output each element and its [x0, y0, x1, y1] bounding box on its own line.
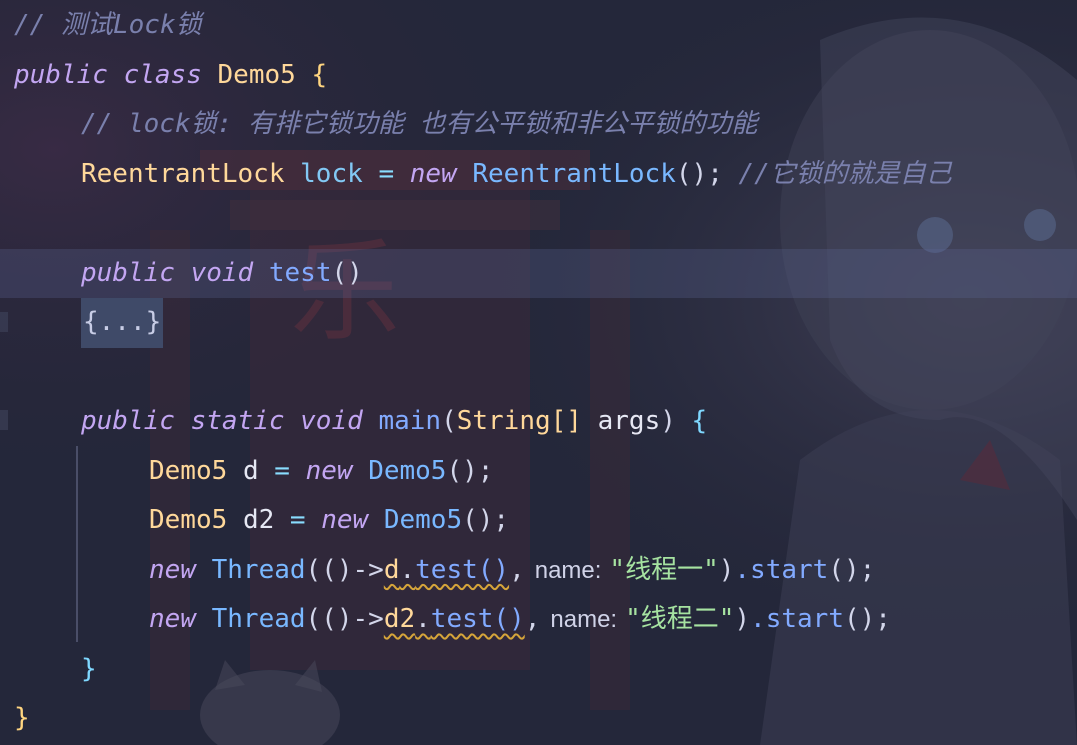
code-line-7[interactable]: {...}	[0, 298, 1077, 348]
method-call-start[interactable]: .start	[750, 604, 844, 634]
code-line-14[interactable]: }	[0, 645, 1077, 695]
assign-operator: =	[289, 505, 306, 535]
keyword-static: static	[190, 406, 285, 436]
keyword-new: new	[321, 505, 369, 535]
code-line-1[interactable]: // 测试Lock锁	[0, 1, 1077, 51]
parens: ()	[675, 158, 708, 189]
code-line-6-current[interactable]: public void test()	[0, 248, 1077, 299]
class-name[interactable]: Demo5	[218, 60, 296, 90]
inline-comment: //它锁的就是自己	[738, 158, 952, 189]
param-hint: name:	[534, 556, 602, 584]
code-line-10[interactable]: Demo5 d = new Demo5();	[0, 447, 1077, 497]
close-brace: }	[14, 703, 30, 733]
close-brace: }	[81, 653, 97, 684]
call-tail: ();	[446, 455, 494, 486]
method-name-test[interactable]: test	[269, 258, 332, 288]
method-call-start[interactable]: .start	[734, 555, 828, 585]
code-line-13[interactable]: new Thread(()->d2.test(), name: "线程二").sta…	[0, 595, 1077, 645]
var-name[interactable]: d2	[243, 505, 274, 535]
constructor-call[interactable]: Demo5	[384, 505, 462, 535]
lambda-target[interactable]: d2	[384, 604, 415, 634]
constructor-call[interactable]: Thread	[212, 604, 306, 634]
method-call-test[interactable]: test()	[431, 604, 525, 634]
code-line-15[interactable]: }	[0, 694, 1077, 744]
method-call-test[interactable]: test()	[415, 555, 509, 585]
param-name[interactable]: args	[598, 406, 661, 436]
param-hint: name:	[550, 606, 618, 633]
constructor-call[interactable]: ReentrantLock	[472, 159, 676, 189]
code-line-8[interactable]	[0, 348, 1077, 398]
assign-operator: =	[378, 158, 395, 189]
code-line-4[interactable]: ReentrantLock lock = new ReentrantLock()…	[0, 150, 1077, 200]
lambda-arrow: (()->	[305, 604, 384, 634]
semicolon: ;	[707, 158, 723, 189]
method-name-main[interactable]: main	[378, 406, 441, 436]
field-type[interactable]: ReentrantLock	[81, 159, 285, 189]
string-literal[interactable]: "线程一"	[609, 555, 718, 585]
code-editor[interactable]: // 测试Lock锁 public class Demo5 { // lock锁…	[0, 0, 1077, 745]
call-tail: ();	[462, 505, 510, 535]
assign-operator: =	[274, 455, 290, 486]
constructor-call[interactable]: Demo5	[368, 456, 446, 486]
param-type[interactable]: String[]	[457, 406, 582, 436]
comment-text: // lock锁: 有排它锁功能 也有公平锁和非公平锁的功能	[81, 109, 758, 139]
field-name[interactable]: lock	[300, 159, 363, 189]
var-type[interactable]: Demo5	[149, 505, 227, 535]
keyword-new: new	[149, 554, 196, 585]
code-line-3[interactable]: // lock锁: 有排它锁功能 也有公平锁和非公平锁的功能	[0, 100, 1077, 150]
code-line-9[interactable]: public static void main(String[] args) {	[0, 397, 1077, 447]
code-line-5[interactable]	[0, 199, 1077, 249]
keyword-new: new	[409, 158, 457, 189]
keyword-new: new	[305, 455, 353, 486]
parens: ()	[331, 257, 363, 288]
lambda-target[interactable]: d	[384, 555, 400, 585]
code-line-12[interactable]: new Thread(()->d.test(), name: "线程一").star…	[0, 546, 1077, 596]
string-literal[interactable]: "线程二"	[625, 604, 734, 634]
open-brace: {	[691, 406, 708, 436]
folded-region[interactable]: {...}	[81, 298, 164, 348]
code-line-2[interactable]: public class Demo5 {	[0, 51, 1077, 101]
code-line-11[interactable]: Demo5 d2 = new Demo5();	[0, 496, 1077, 546]
constructor-call[interactable]: Thread	[212, 555, 306, 585]
keyword-public: public	[81, 406, 175, 436]
var-name[interactable]: d	[243, 456, 259, 486]
keyword-void: void	[190, 257, 254, 288]
open-brace: {	[311, 59, 328, 90]
var-type[interactable]: Demo5	[149, 456, 227, 486]
keyword-public: public	[81, 257, 175, 288]
keyword-new: new	[149, 604, 196, 634]
comment-text: // 测试Lock锁	[14, 10, 202, 40]
keyword-class: class	[123, 59, 202, 90]
keyword-public: public	[14, 59, 108, 90]
keyword-void: void	[300, 406, 363, 436]
indent-guide	[76, 446, 78, 642]
lambda-arrow: (()->	[305, 554, 384, 585]
